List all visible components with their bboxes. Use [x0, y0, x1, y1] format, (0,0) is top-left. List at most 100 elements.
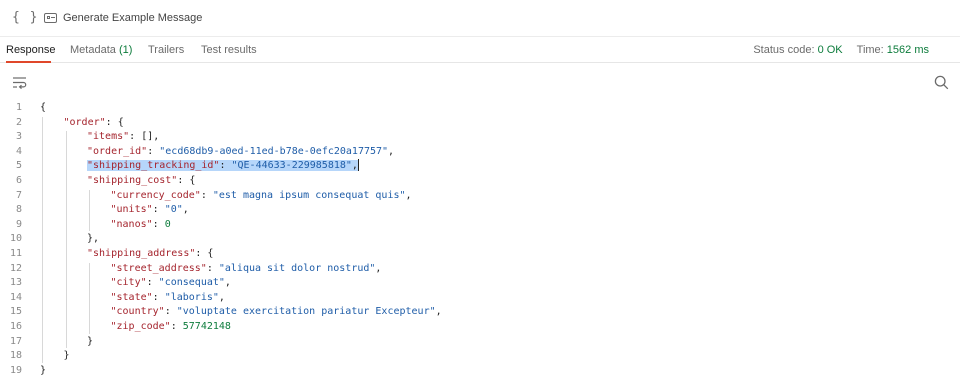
line-number: 3 [15, 131, 22, 143]
status-code: Status code: 0 OK [753, 44, 842, 56]
tab-metadata[interactable]: Metadata (1) [70, 44, 132, 56]
code-line-text: "items": [], [87, 130, 159, 145]
response-tabs-bar: Response Metadata (1) Trailers Test resu… [0, 36, 960, 63]
response-status: Status code: 0 OK Time: 1562 ms [753, 44, 929, 56]
generate-example-message-label: Generate Example Message [63, 12, 203, 24]
code-line-text: "units": "0", [111, 203, 189, 218]
tab-test-results[interactable]: Test results [201, 44, 257, 56]
line-number: 1 [15, 102, 22, 113]
json-punctuation: : [152, 218, 165, 230]
json-string-value: "est magna ipsum consequat quis" [212, 189, 406, 201]
json-key: "zip_code" [110, 321, 171, 332]
json-punctuation: { [40, 102, 47, 113]
response-time: Time: 1562 ms [857, 44, 929, 56]
json-punctuation: }, [87, 233, 100, 245]
indent-guide [42, 116, 43, 363]
json-key: "units" [110, 204, 153, 216]
json-key: "country" [110, 306, 165, 318]
json-punctuation: , [182, 204, 189, 216]
response-time-value: 1562 ms [886, 44, 929, 56]
line-number: 17 [9, 335, 22, 347]
json-punctuation: : [152, 291, 165, 303]
json-punctuation: , [388, 145, 395, 157]
json-number-value: 0 [164, 218, 171, 230]
line-number: 11 [9, 248, 22, 259]
json-punctuation: : [152, 204, 165, 216]
search-icon[interactable] [934, 75, 949, 90]
line-number: 15 [9, 306, 22, 318]
code-line-text: "currency_code": "est magna ipsum conseq… [111, 189, 412, 204]
code-line: 8 "units": "0", [0, 203, 960, 218]
json-punctuation: : { [195, 248, 214, 259]
wrap-lines-icon[interactable] [12, 76, 27, 89]
json-punctuation: } [87, 335, 94, 347]
selected-text-highlight: "shipping_tracking_id": "QE-44633-229985… [87, 160, 358, 172]
json-punctuation: : [], [129, 131, 160, 143]
line-number: 12 [9, 262, 22, 274]
code-line: 5 "shipping_tracking_id": "QE-44633-22998… [0, 159, 960, 174]
text-cursor [357, 159, 359, 172]
json-punctuation: , [405, 189, 412, 201]
code-line: 4 "order_id": "ecd68db9-a0ed-11ed-b78e-0e… [0, 145, 960, 160]
braces-icon[interactable]: { } [12, 10, 38, 25]
code-line: 11 "shipping_address": { [0, 247, 960, 262]
json-key: "currency_code" [110, 189, 201, 201]
code-line-text: } [40, 364, 46, 379]
json-punctuation: : [219, 160, 232, 172]
code-line-text: "zip_code": 57742148 [111, 320, 231, 335]
json-key: "order_id" [87, 145, 148, 157]
generate-message-icon [44, 13, 57, 23]
line-number: 9 [15, 218, 22, 230]
active-tab-indicator [6, 61, 51, 63]
json-key: "shipping_tracking_id" [87, 160, 220, 172]
json-punctuation: , [224, 277, 231, 289]
json-string-value: "ecd68db9-a0ed-11ed-b78e-0efc20a17757" [159, 145, 389, 157]
json-string-value: "consequat" [158, 277, 225, 289]
tab-metadata-count: (1) [118, 44, 133, 56]
line-number: 18 [9, 350, 22, 362]
code-line: 15 "country": "voluptate exercitation par… [0, 305, 960, 320]
tab-response[interactable]: Response [6, 44, 56, 56]
json-string-value: "voluptate exercitation pariatur Excepte… [176, 306, 436, 318]
json-punctuation: , [435, 306, 442, 318]
line-number: 8 [15, 204, 22, 216]
indent-guide [65, 131, 67, 349]
code-line: 16 "zip_code": 57742148 [0, 320, 960, 335]
json-punctuation: : [170, 321, 183, 332]
code-line-text: "country": "voluptate exercitation paria… [111, 305, 442, 320]
json-number-value: 57742148 [182, 321, 231, 332]
status-code-label: Status code: [753, 44, 815, 56]
json-key: "order" [63, 116, 106, 128]
code-line-text: "shipping_tracking_id": "QE-44633-229985… [87, 159, 359, 174]
json-punctuation: } [63, 350, 70, 362]
code-line-text: "shipping_cost": { [87, 174, 195, 189]
code-line: 9 "nanos": 0 [0, 218, 960, 233]
code-line: 7 "currency_code": "est magna ipsum conse… [0, 189, 960, 204]
json-string-value: "0" [164, 204, 183, 216]
json-key: "shipping_address" [87, 248, 196, 259]
json-punctuation: , [218, 291, 225, 303]
line-number: 10 [9, 233, 22, 245]
json-key: "shipping_cost" [87, 175, 178, 186]
generate-example-message-button[interactable]: Generate Example Message [44, 8, 202, 28]
line-number: 5 [15, 160, 22, 172]
line-number: 16 [9, 321, 22, 332]
code-line: 6 "shipping_cost": { [0, 174, 960, 189]
json-key: "nanos" [110, 218, 153, 230]
code-line-text: "street_address": "aliqua sit dolor nost… [111, 262, 382, 277]
code-line: 12 "street_address": "aliqua sit dolor no… [0, 262, 960, 277]
json-string-value: "QE-44633-229985818" [231, 160, 352, 172]
json-key: "items" [87, 131, 130, 143]
code-line-text: "city": "consequat", [111, 276, 231, 291]
line-number: 14 [9, 291, 22, 303]
line-number: 2 [15, 116, 22, 128]
code-line: 14 "state": "laboris", [0, 291, 960, 306]
json-punctuation: : { [105, 116, 124, 128]
json-string-value: "laboris" [164, 291, 219, 303]
json-punctuation: , [375, 262, 382, 274]
tab-metadata-label: Metadata [70, 44, 116, 56]
json-punctuation: : { [177, 175, 196, 186]
code-line-text: "order": { [64, 116, 124, 131]
line-number: 4 [15, 145, 22, 157]
tab-trailers[interactable]: Trailers [148, 44, 184, 56]
